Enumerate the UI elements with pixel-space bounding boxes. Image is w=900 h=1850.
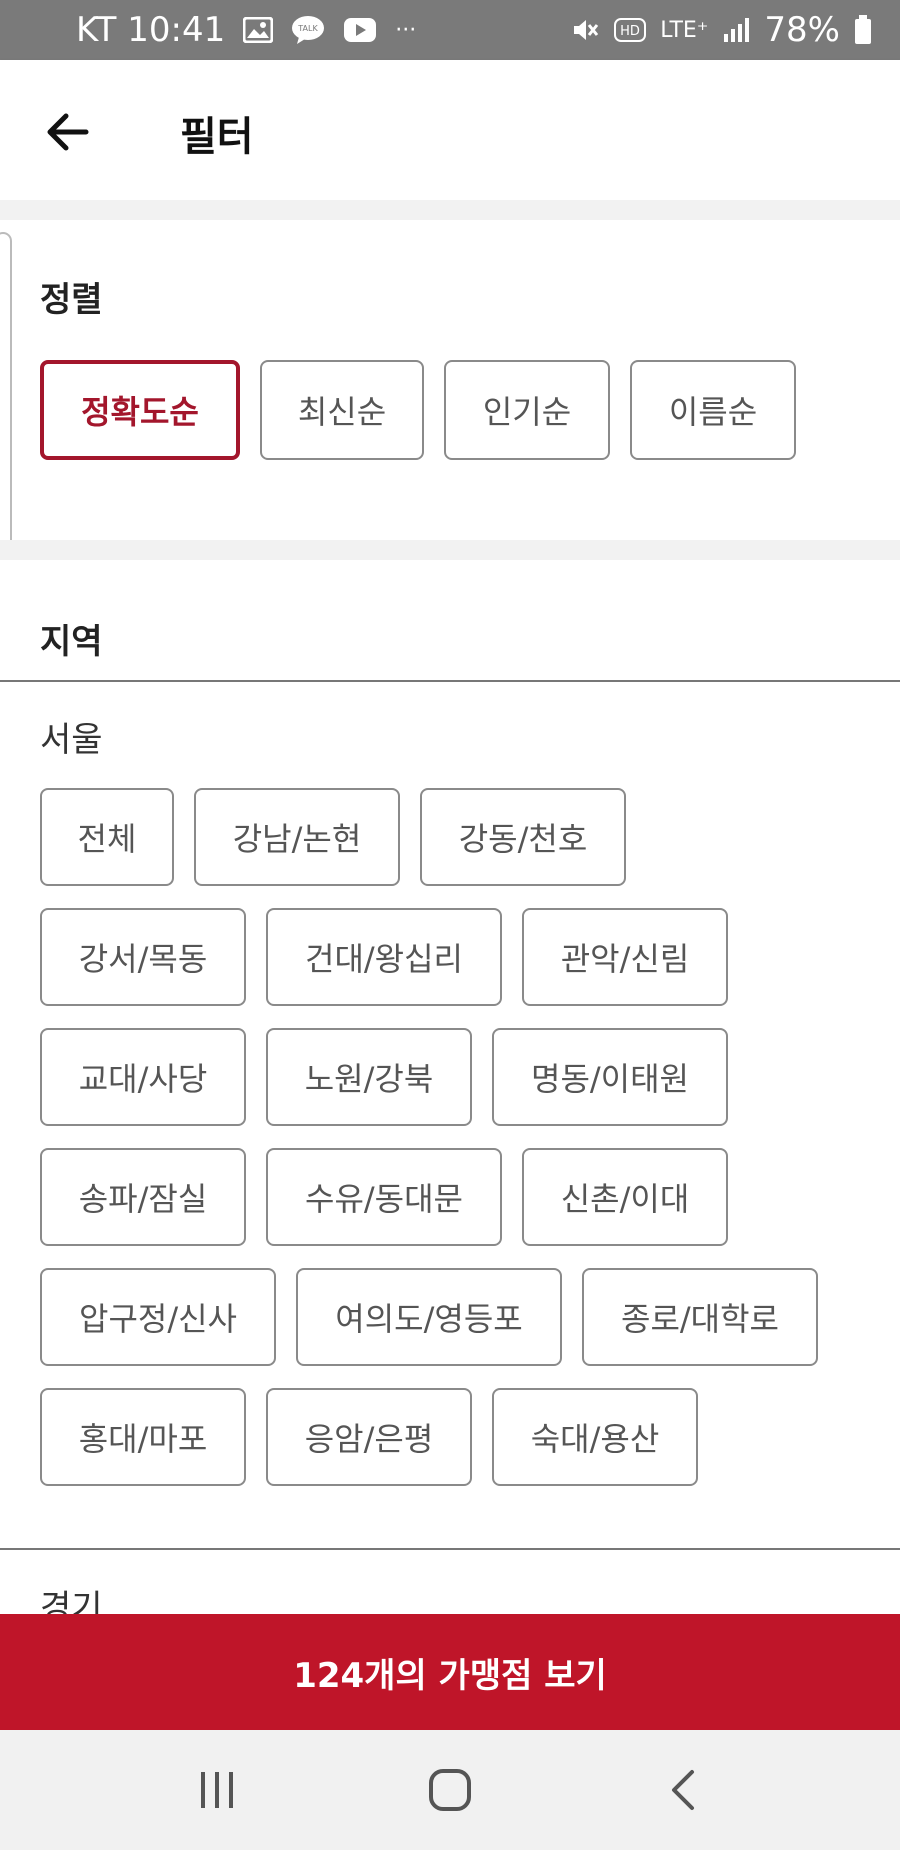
area-chip[interactable]: 홍대/마포 — [40, 1388, 246, 1486]
area-chip[interactable]: 강남/논현 — [194, 788, 400, 886]
overflow-dots: ··· — [395, 17, 417, 43]
section-spacer — [0, 540, 900, 560]
area-chip[interactable]: 여의도/영등포 — [296, 1268, 562, 1366]
area-chip[interactable]: 송파/잠실 — [40, 1148, 246, 1246]
area-chip[interactable]: 종로/대학로 — [582, 1268, 818, 1366]
area-row: 강서/목동 건대/왕십리 관악/신림 — [40, 908, 880, 1006]
signal-icon — [722, 16, 750, 44]
sort-option-accuracy[interactable]: 정확도순 — [40, 360, 240, 460]
filter-screen: KT 10:41 TALK ··· HD LTE⁺ 78% 필터 정렬 정확도순… — [0, 0, 900, 1850]
back-button[interactable] — [40, 104, 100, 160]
status-bar: KT 10:41 TALK ··· HD LTE⁺ 78% — [0, 0, 900, 60]
sort-options: 정확도순 최신순 인기순 이름순 — [40, 360, 796, 460]
area-row: 전체 강남/논현 강동/천호 — [40, 788, 880, 886]
area-chip[interactable]: 신촌/이대 — [522, 1148, 728, 1246]
region-title: 지역 — [40, 622, 103, 662]
home-button[interactable] — [410, 1755, 490, 1825]
app-bar: 필터 — [0, 60, 900, 200]
area-chip[interactable]: 관악/신림 — [522, 908, 728, 1006]
sort-section: 정렬 정확도순 최신순 인기순 이름순 — [0, 220, 900, 540]
youtube-icon — [343, 17, 377, 43]
recent-apps-button[interactable] — [177, 1755, 257, 1825]
section-spacer — [0, 200, 900, 220]
area-chip[interactable]: 응암/은평 — [266, 1388, 472, 1486]
back-arrow-icon — [47, 113, 89, 151]
seoul-area-grid: 전체 강남/논현 강동/천호 강서/목동 건대/왕십리 관악/신림 교대/사당 … — [40, 788, 880, 1508]
area-chip[interactable]: 수유/동대문 — [266, 1148, 502, 1246]
svg-text:HD: HD — [620, 24, 640, 39]
svg-text:TALK: TALK — [297, 24, 318, 33]
home-icon — [428, 1769, 471, 1811]
sort-option-latest[interactable]: 최신순 — [260, 360, 424, 460]
system-back-button[interactable] — [643, 1755, 723, 1825]
chevron-left-icon — [672, 1770, 695, 1810]
scroll-edge-indicator — [0, 232, 12, 578]
view-stores-button[interactable]: 124개의 가맹점 보기 — [0, 1614, 900, 1730]
mute-icon — [570, 15, 600, 45]
region-section: 지역 서울 전체 강남/논현 강동/천호 강서/목동 건대/왕십리 관악/신림 … — [0, 560, 900, 1680]
battery-icon — [854, 15, 872, 45]
area-chip[interactable]: 노원/강북 — [266, 1028, 472, 1126]
hd-voice-icon: HD — [614, 18, 647, 42]
carrier-time: KT 10:41 — [76, 10, 226, 50]
system-nav-bar — [0, 1730, 900, 1850]
divider — [0, 1548, 900, 1550]
area-chip[interactable]: 명동/이태원 — [492, 1028, 728, 1126]
sort-option-name[interactable]: 이름순 — [630, 360, 796, 460]
area-chip[interactable]: 숙대/용산 — [492, 1388, 698, 1486]
sort-option-popular[interactable]: 인기순 — [444, 360, 610, 460]
recent-apps-icon — [200, 1772, 233, 1808]
area-chip[interactable]: 강동/천호 — [420, 788, 626, 886]
area-row: 송파/잠실 수유/동대문 신촌/이대 — [40, 1148, 880, 1246]
battery-percent: 78% — [764, 10, 840, 50]
sort-title: 정렬 — [40, 280, 103, 320]
talk-icon: TALK — [291, 15, 325, 45]
area-row: 압구정/신사 여의도/영등포 종로/대학로 — [40, 1268, 880, 1366]
gallery-icon — [243, 17, 274, 43]
divider — [0, 680, 900, 682]
area-row: 홍대/마포 응암/은평 숙대/용산 — [40, 1388, 880, 1486]
network-type: LTE⁺ — [660, 17, 709, 43]
area-chip[interactable]: 교대/사당 — [40, 1028, 246, 1126]
seoul-label: 서울 — [40, 720, 103, 760]
page-title: 필터 — [180, 114, 254, 160]
area-chip[interactable]: 강서/목동 — [40, 908, 246, 1006]
area-row: 교대/사당 노원/강북 명동/이태원 — [40, 1028, 880, 1126]
area-chip[interactable]: 건대/왕십리 — [266, 908, 502, 1006]
area-chip[interactable]: 압구정/신사 — [40, 1268, 276, 1366]
area-chip-all[interactable]: 전체 — [40, 788, 174, 886]
